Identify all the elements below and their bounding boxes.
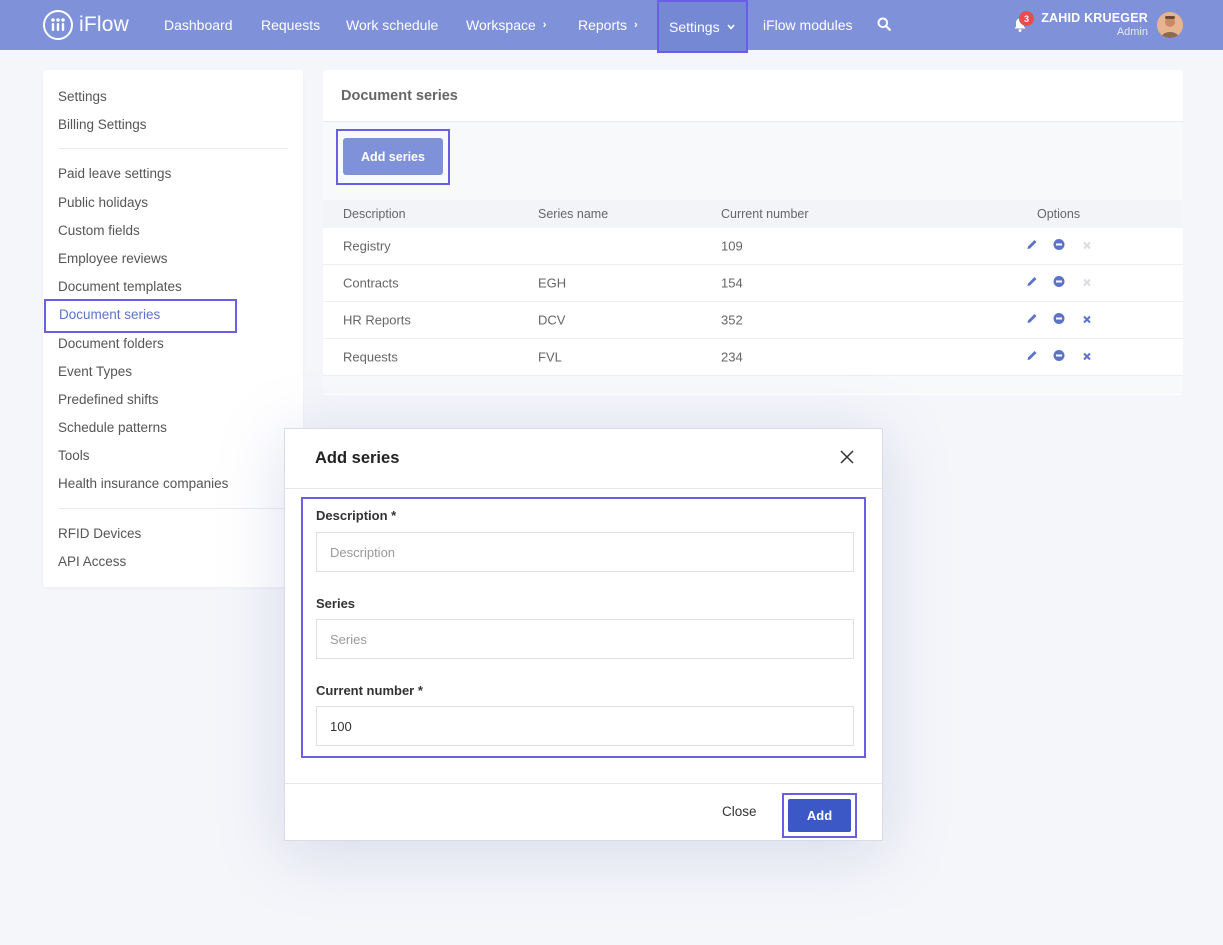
nav-label: Requests <box>261 17 321 33</box>
cell-series-name: EGH <box>538 275 567 291</box>
chevron-right-icon: › <box>634 19 638 31</box>
column-header-series-name[interactable]: Series name <box>538 207 608 221</box>
column-header-description[interactable]: Description <box>343 207 406 221</box>
cell-series-name: FVL <box>538 349 562 365</box>
sidebar-divider <box>58 508 288 509</box>
cell-description: HR Reports <box>343 312 411 328</box>
sidebar-item-employee-reviews[interactable]: Employee reviews <box>58 251 168 266</box>
add-series-highlight: Add series <box>336 129 450 185</box>
avatar[interactable] <box>1157 12 1183 38</box>
settings-sidebar: Settings Billing Settings Paid leave set… <box>43 70 303 587</box>
current-number-input[interactable] <box>316 706 854 746</box>
sidebar-item-rfid-devices[interactable]: RFID Devices <box>58 526 141 541</box>
modal-footer: Close Add <box>285 783 882 841</box>
chevron-right-icon: › <box>542 19 547 31</box>
sidebar-item-health-insurance-companies[interactable]: Health insurance companies <box>58 476 228 491</box>
delete-icon <box>1082 276 1092 291</box>
nav-label: iFlow modules <box>763 17 853 33</box>
sidebar-item-api-access[interactable]: API Access <box>58 554 126 569</box>
nav-label: Dashboard <box>164 17 233 33</box>
cell-description: Requests <box>343 349 398 365</box>
delete-icon[interactable] <box>1082 313 1092 328</box>
document-series-panel: Document series Add series Description S… <box>323 70 1183 395</box>
user-role: Admin <box>1116 26 1148 38</box>
add-button-highlight: Add <box>782 793 857 838</box>
close-icon[interactable] <box>840 450 854 469</box>
table-row: Requests FVL 234 <box>323 339 1183 376</box>
modal-title: Add series <box>285 429 882 489</box>
nav-iflow-modules[interactable]: iFlow modules <box>763 0 852 50</box>
cell-description: Registry <box>343 238 391 254</box>
delete-icon[interactable] <box>1082 350 1092 365</box>
sidebar-item-document-folders[interactable]: Document folders <box>58 336 164 351</box>
nav-workspace[interactable]: Workspace › <box>466 0 546 50</box>
disable-icon[interactable] <box>1053 313 1065 328</box>
delete-icon <box>1082 239 1092 254</box>
logo-icon <box>43 10 73 40</box>
series-input[interactable] <box>316 619 854 659</box>
table-row: Contracts EGH 154 <box>323 265 1183 302</box>
add-series-modal: Add series Description * Series Current … <box>284 428 883 841</box>
notification-badge: 3 <box>1019 11 1034 26</box>
cell-current-number: 352 <box>721 312 743 328</box>
cell-series-name: DCV <box>538 312 566 328</box>
edit-icon[interactable] <box>1026 276 1038 291</box>
nav-label: Workspace <box>466 17 536 33</box>
edit-icon[interactable] <box>1026 350 1038 365</box>
series-label: Series <box>316 596 356 611</box>
sidebar-item-schedule-patterns[interactable]: Schedule patterns <box>58 420 167 435</box>
sidebar-item-document-series[interactable]: Document series <box>44 299 237 333</box>
edit-icon[interactable] <box>1026 313 1038 328</box>
current-number-label: Current number * <box>316 683 423 698</box>
sidebar-item-tools[interactable]: Tools <box>58 448 90 463</box>
nav-label: Reports <box>578 17 628 33</box>
sidebar-divider <box>58 148 288 149</box>
table-row: Registry 109 <box>323 228 1183 265</box>
app-logo[interactable]: iFlow <box>43 10 129 40</box>
description-input[interactable] <box>316 532 854 572</box>
description-label: Description * <box>316 508 397 523</box>
logo-text: iFlow <box>79 13 130 36</box>
search-icon[interactable] <box>877 17 891 36</box>
nav-label: Work schedule <box>346 17 439 33</box>
sidebar-item-billing-settings[interactable]: Billing Settings <box>58 117 147 132</box>
nav-dashboard[interactable]: Dashboard <box>164 0 233 50</box>
add-button[interactable]: Add <box>788 799 851 832</box>
nav-reports[interactable]: Reports › <box>578 0 638 50</box>
cell-current-number: 154 <box>721 275 743 291</box>
table-row: HR Reports DCV 352 <box>323 302 1183 339</box>
cell-description: Contracts <box>343 275 399 291</box>
disable-icon[interactable] <box>1053 350 1065 365</box>
table-header: Description Series name Current number O… <box>323 200 1183 228</box>
column-header-options: Options <box>1037 207 1081 221</box>
sidebar-item-custom-fields[interactable]: Custom fields <box>58 223 140 238</box>
add-series-button[interactable]: Add series <box>343 138 443 175</box>
edit-icon[interactable] <box>1026 239 1038 254</box>
nav-label: Settings <box>669 18 720 35</box>
panel-body: Add series Description Series name Curre… <box>323 122 1183 394</box>
sidebar-item-public-holidays[interactable]: Public holidays <box>58 195 148 210</box>
user-menu[interactable]: ZAHID KRUEGER Admin <box>1041 11 1148 38</box>
nav-work-schedule[interactable]: Work schedule <box>346 0 438 50</box>
disable-icon[interactable] <box>1053 239 1065 254</box>
sidebar-item-paid-leave-settings[interactable]: Paid leave settings <box>58 166 171 181</box>
form-highlight: Description * Series Current number * <box>301 497 866 758</box>
sidebar-item-settings[interactable]: Settings <box>58 89 107 104</box>
disable-icon[interactable] <box>1053 276 1065 291</box>
sidebar-item-event-types[interactable]: Event Types <box>58 364 132 379</box>
sidebar-item-predefined-shifts[interactable]: Predefined shifts <box>58 392 159 407</box>
user-name: ZAHID KRUEGER <box>1041 11 1148 25</box>
close-button[interactable]: Close <box>722 804 757 819</box>
chevron-down-icon <box>726 23 735 30</box>
top-navbar: iFlow Dashboard Requests Work schedule W… <box>0 0 1223 53</box>
column-header-current-number[interactable]: Current number <box>721 207 809 221</box>
nav-requests[interactable]: Requests <box>261 0 320 50</box>
cell-current-number: 109 <box>721 238 743 254</box>
panel-title: Document series <box>323 70 1183 122</box>
cell-current-number: 234 <box>721 349 743 365</box>
nav-settings[interactable]: Settings <box>657 0 748 53</box>
sidebar-item-document-templates[interactable]: Document templates <box>58 279 182 294</box>
